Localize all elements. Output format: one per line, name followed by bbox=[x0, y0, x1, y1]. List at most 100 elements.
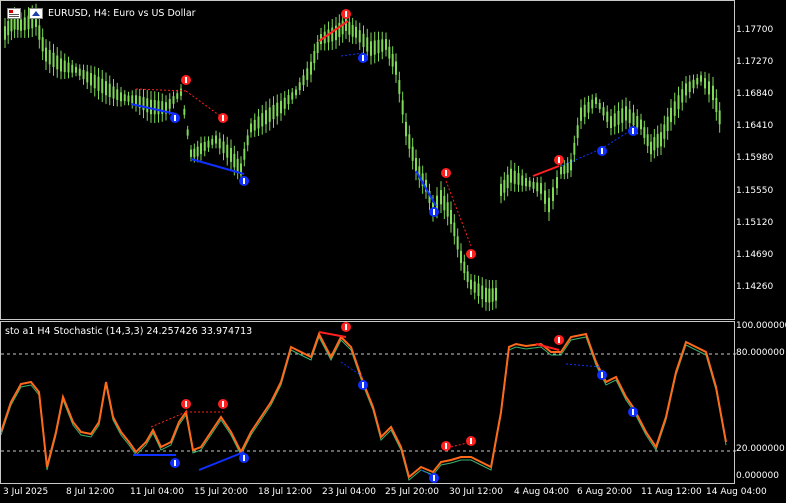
arrow-up-icon bbox=[170, 458, 180, 468]
candle-body bbox=[313, 51, 316, 64]
candle-body bbox=[168, 99, 171, 109]
candle-body bbox=[215, 135, 217, 144]
candle-body bbox=[67, 62, 70, 73]
divergence-dotted-line bbox=[185, 90, 224, 119]
price-axis-label: 1.16840 bbox=[736, 89, 774, 99]
arrow-marker-stem bbox=[243, 455, 245, 461]
candle-body bbox=[230, 148, 232, 162]
candle-body bbox=[481, 285, 484, 300]
candle-body bbox=[41, 37, 44, 52]
arrow-marker-stem bbox=[632, 409, 634, 415]
price-axis[interactable]: 1.17700 1.17270 1.16840 1.16410 1.15980 … bbox=[736, 0, 786, 485]
candle-body bbox=[566, 163, 569, 173]
time-axis-label: 8 Jul 12:00 bbox=[66, 487, 115, 497]
candle-body bbox=[552, 187, 554, 202]
candle-body bbox=[23, 17, 26, 31]
candle-body bbox=[345, 17, 347, 31]
candle-body bbox=[302, 75, 305, 86]
price-chart-canvas bbox=[4, 3, 721, 311]
candle-body bbox=[583, 104, 586, 117]
time-axis-label: 25 Jul 20:00 bbox=[385, 487, 439, 497]
time-axis-label: 3 Jul 2025 bbox=[3, 487, 49, 497]
candle-body bbox=[708, 81, 710, 95]
candle-body bbox=[653, 137, 656, 151]
arrow-up-icon bbox=[597, 146, 607, 156]
candle-body bbox=[268, 107, 271, 122]
arrow-down-icon bbox=[341, 9, 351, 19]
price-chart-pane[interactable]: EURUSD, H4: Euro vs US Dollar bbox=[0, 0, 735, 320]
candle-body bbox=[135, 95, 137, 106]
arrow-up-icon bbox=[239, 176, 249, 186]
candle-body bbox=[146, 98, 149, 113]
stochastic-canvas bbox=[1, 322, 736, 483]
stoch-axis-label: 100.000000 bbox=[736, 321, 786, 331]
candle-body bbox=[456, 236, 459, 250]
stochastic-main-line bbox=[1, 331, 727, 479]
candle-body bbox=[570, 159, 572, 171]
one-click-trading-icon[interactable] bbox=[29, 8, 43, 19]
stoch-axis-label: 80.000000 bbox=[736, 348, 785, 358]
arrow-up-icon bbox=[429, 473, 439, 483]
arrow-marker-stem bbox=[243, 178, 245, 184]
candle-body bbox=[253, 119, 256, 131]
price-axis-label: 1.15120 bbox=[736, 218, 774, 228]
candle-body bbox=[362, 33, 365, 48]
candle-body bbox=[246, 135, 249, 146]
candle-body bbox=[7, 21, 10, 36]
price-axis-label: 1.15980 bbox=[736, 153, 774, 163]
candle-body bbox=[696, 77, 699, 85]
price-axis-label: 1.14690 bbox=[736, 250, 774, 260]
arrow-marker-stem bbox=[362, 382, 364, 388]
arrow-down-icon bbox=[181, 75, 191, 85]
candle-body bbox=[90, 73, 92, 86]
arrow-up-icon bbox=[628, 407, 638, 417]
candle-body bbox=[331, 27, 334, 42]
candle-body bbox=[93, 74, 96, 89]
arrow-up-icon bbox=[170, 113, 180, 123]
arrow-down-icon bbox=[441, 168, 451, 178]
candle-body bbox=[677, 95, 680, 110]
time-axis[interactable]: 3 Jul 2025 8 Jul 12:00 11 Jul 04:00 15 J… bbox=[0, 485, 786, 503]
price-axis-label: 1.14260 bbox=[736, 282, 774, 292]
candle-body bbox=[355, 26, 357, 38]
arrow-marker-stem bbox=[470, 251, 472, 257]
arrow-down-icon bbox=[441, 441, 451, 451]
candle-body bbox=[280, 100, 282, 114]
arrow-marker-stem bbox=[433, 475, 435, 481]
candle-body bbox=[495, 287, 497, 301]
candle-body bbox=[395, 61, 397, 75]
candle-body bbox=[291, 92, 294, 100]
candle-body bbox=[548, 197, 550, 213]
candle-body bbox=[513, 170, 516, 184]
candle-body bbox=[265, 110, 267, 125]
time-axis-label: 11 Aug 12:00 bbox=[641, 487, 702, 497]
candle-body bbox=[112, 86, 115, 99]
arrow-marker-stem bbox=[601, 148, 603, 154]
candle-body bbox=[218, 138, 221, 149]
candle-body bbox=[405, 121, 407, 137]
candle-body bbox=[257, 116, 260, 129]
arrow-up-icon bbox=[239, 453, 249, 463]
candle-body bbox=[150, 99, 152, 115]
stochastic-pane[interactable]: sto a1 H4 Stochastic (14,3,3) 24.257426 … bbox=[0, 321, 736, 484]
candle-body bbox=[466, 271, 469, 282]
candle-body bbox=[443, 195, 446, 211]
candle-body bbox=[503, 179, 506, 193]
arrow-down-icon bbox=[341, 322, 351, 332]
candle-body bbox=[453, 222, 456, 237]
candle-body bbox=[48, 50, 51, 65]
candle-body bbox=[440, 190, 442, 205]
candle-body bbox=[704, 78, 706, 89]
candle-body bbox=[528, 180, 531, 187]
candle-body bbox=[617, 110, 620, 125]
candle-body bbox=[521, 175, 524, 186]
candle-body bbox=[233, 153, 236, 168]
candle-body bbox=[186, 129, 189, 136]
candle-body bbox=[370, 41, 372, 56]
arrow-down-icon bbox=[466, 249, 476, 259]
candle-body bbox=[663, 124, 666, 139]
candle-body bbox=[261, 113, 264, 127]
divergence-line bbox=[190, 158, 245, 175]
candle-body bbox=[52, 52, 55, 68]
candle-body bbox=[436, 195, 438, 210]
